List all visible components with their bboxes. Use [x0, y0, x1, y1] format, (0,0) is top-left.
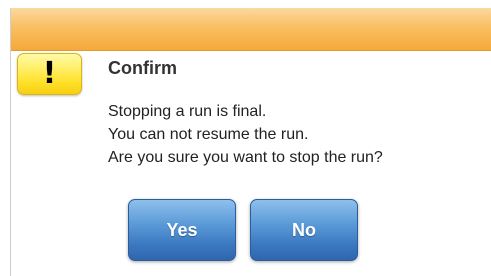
dialog-titlebar[interactable] [11, 8, 491, 51]
message-line: Are you sure you want to stop the run? [108, 149, 383, 166]
no-button[interactable]: No [250, 199, 358, 261]
warning-icon-glyph: ! [42, 56, 57, 91]
message-line: You can not resume the run. [108, 126, 309, 143]
dialog-title: Confirm [108, 58, 177, 78]
message-line: Stopping a run is final. [108, 103, 267, 120]
warning-icon: ! [17, 53, 82, 95]
dialog-message: Stopping a run is final. You can not res… [108, 100, 383, 169]
yes-button[interactable]: Yes [128, 199, 236, 261]
